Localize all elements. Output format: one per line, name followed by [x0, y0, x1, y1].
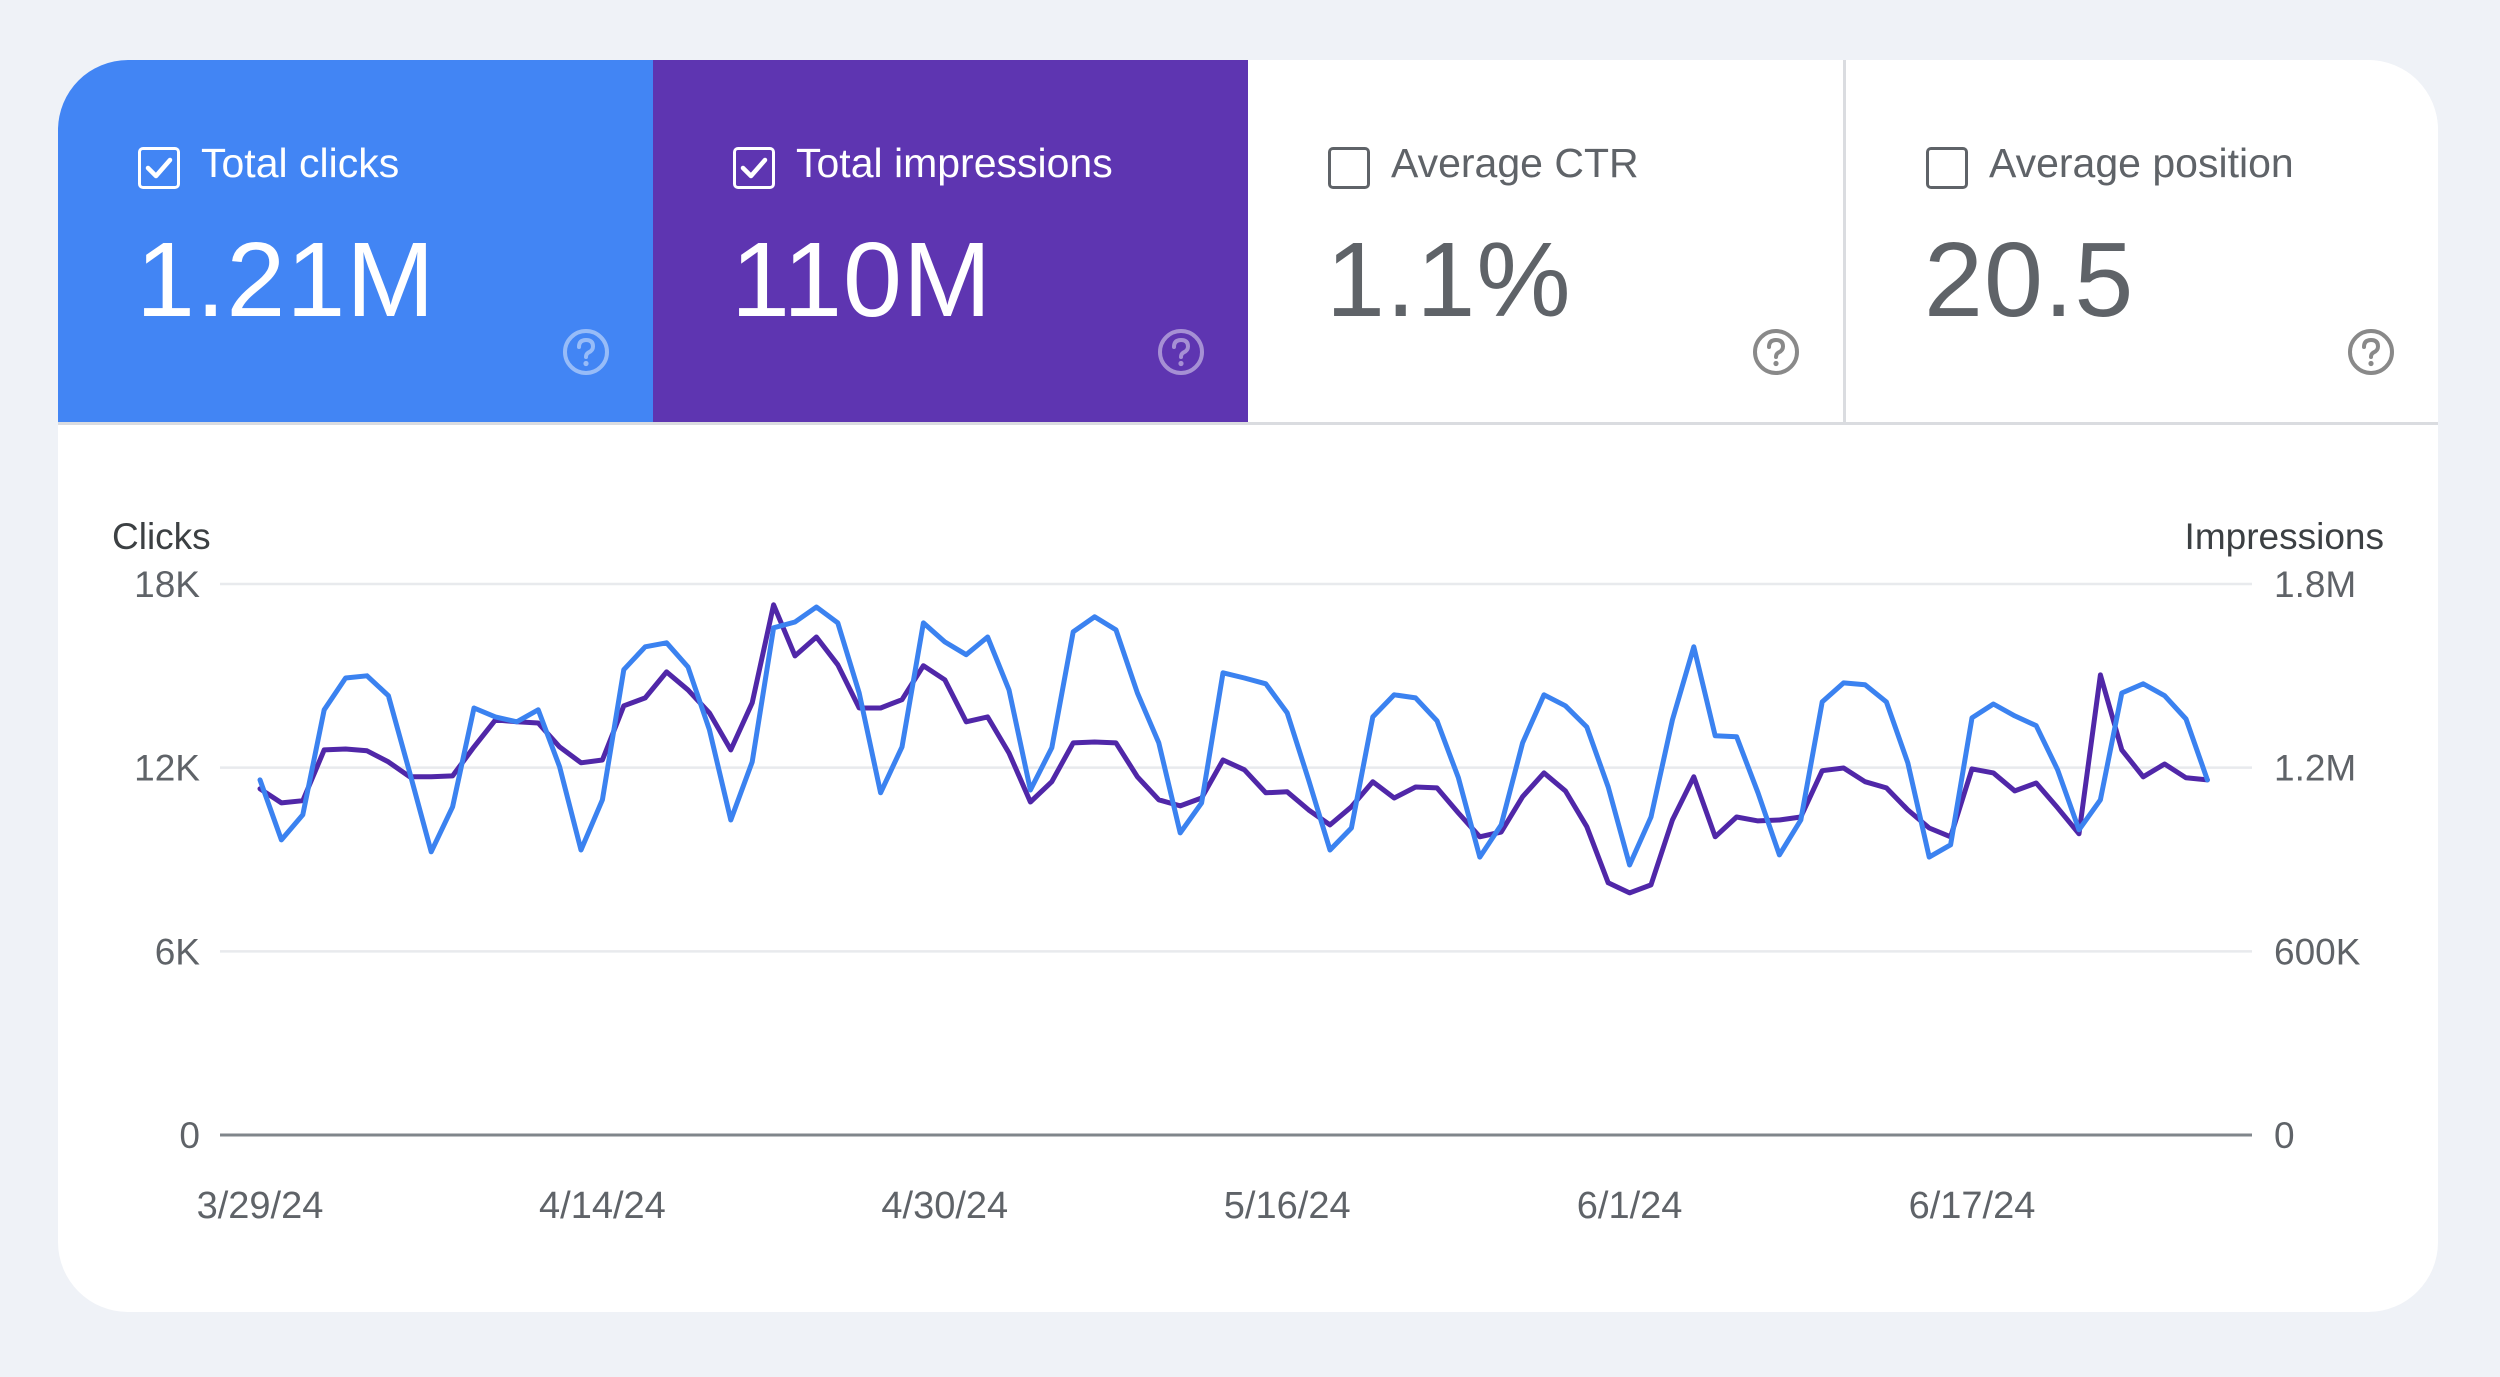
metric-tiles: Total clicks 1.21M Total impressions 110… [58, 60, 2438, 425]
tile-value: 110M [731, 220, 992, 341]
help-circle-icon[interactable] [2346, 327, 2396, 377]
x-tick-label: 4/14/24 [539, 1185, 666, 1227]
left-tick-label: 0 [179, 1115, 200, 1156]
checkbox-unchecked-icon[interactable] [1328, 147, 1370, 189]
tile-label: Total clicks [201, 140, 399, 187]
checkbox-checked-icon[interactable] [733, 147, 775, 189]
help-circle-icon[interactable] [1156, 327, 1206, 377]
tile-value: 1.21M [136, 220, 436, 341]
tile-total-clicks[interactable]: Total clicks 1.21M [58, 60, 653, 422]
checkbox-checked-icon[interactable] [138, 147, 180, 189]
tile-label: Average position [1989, 140, 2294, 187]
tile-value: 1.1% [1326, 220, 1572, 341]
tile-label: Total impressions [796, 140, 1113, 187]
tile-average-position[interactable]: Average position 20.5 [1843, 60, 2438, 422]
right-tick-label: 600K [2274, 931, 2361, 972]
checkbox-unchecked-icon[interactable] [1926, 147, 1968, 189]
right-tick-label: 1.2M [2274, 748, 2356, 789]
x-tick-label: 6/17/24 [1909, 1185, 2036, 1227]
help-circle-icon[interactable] [561, 327, 611, 377]
tile-label: Average CTR [1391, 140, 1639, 187]
left-tick-label: 12K [134, 748, 200, 789]
x-tick-label: 4/30/24 [881, 1185, 1008, 1227]
tile-total-impressions[interactable]: Total impressions 110M [653, 60, 1248, 422]
x-tick-label: 3/29/24 [197, 1185, 324, 1227]
right-tick-label: 0 [2274, 1115, 2295, 1156]
left-tick-label: 6K [155, 931, 201, 972]
series-lines [260, 605, 2207, 893]
right-axis-ticks: 0 600K 1.2M 1.8M [2274, 564, 2361, 1156]
performance-card: Clicks Impressions 06K12K18K 0600K1.2M1.… [58, 60, 2438, 1312]
x-tick-label: 6/1/24 [1577, 1185, 1683, 1227]
gridlines [220, 584, 2252, 1135]
tile-average-ctr[interactable]: Average CTR 1.1% [1248, 60, 1843, 422]
help-circle-icon[interactable] [1751, 327, 1801, 377]
left-tick-label: 18K [134, 564, 200, 605]
right-tick-label: 1.8M [2274, 564, 2356, 605]
tile-value: 20.5 [1924, 220, 2134, 341]
left-axis-ticks: 0 6K 12K 18K [134, 564, 200, 1156]
x-axis-ticks: 3/29/24 4/14/24 4/30/24 5/16/24 6/1/24 6/17/2… [197, 1185, 2036, 1227]
x-tick-label: 5/16/24 [1224, 1185, 1351, 1227]
